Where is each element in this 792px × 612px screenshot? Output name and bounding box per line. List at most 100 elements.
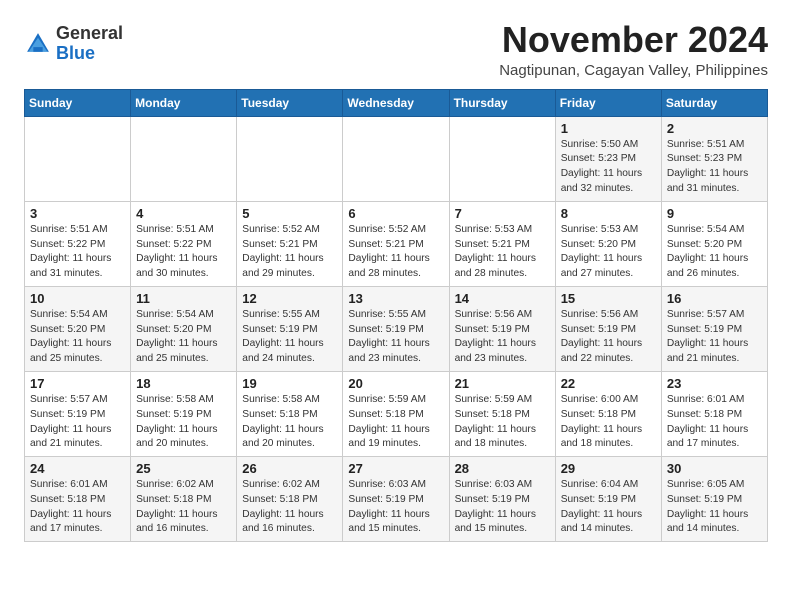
day-number: 21 (455, 376, 550, 391)
day-info: Sunrise: 6:05 AM Sunset: 5:19 PM Dayligh… (667, 478, 762, 537)
calendar-cell: 12Sunrise: 5:55 AM Sunset: 5:19 PM Dayli… (237, 286, 343, 371)
calendar-cell: 27 Sunrise: 6:03 AM Sunset: 5:19 PM Dayli… (343, 457, 449, 542)
day-info: Sunrise: 6:02 AM Sunset: 5:18 PM Dayligh… (136, 478, 231, 537)
day-info: Sunrise: 6:00 AM Sunset: 5:18 PM Dayligh… (561, 393, 656, 452)
day-number: 29 (561, 461, 656, 476)
day-info: Sunrise: 5:58 AM Sunset: 5:18 PM Dayligh… (242, 393, 337, 452)
day-info: Sunrise: 5:52 AM Sunset: 5:21 PM Dayligh… (348, 223, 443, 282)
col-tuesday: Tuesday (237, 89, 343, 116)
calendar-week-3: 10 Sunrise: 5:54 AM Sunset: 5:20 PM Dayli… (25, 286, 768, 371)
day-info: Sunrise: 5:59 AM Sunset: 5:18 PM Dayligh… (455, 393, 550, 452)
day-number: 24 (30, 461, 125, 476)
day-number: 13 (348, 291, 443, 306)
day-number: 3 (30, 206, 125, 221)
day-info: Sunrise: 5:54 AM Sunset: 5:20 PM Dayligh… (667, 223, 762, 282)
day-number: 7 (455, 206, 550, 221)
logo-blue: Blue (56, 43, 95, 63)
calendar-cell: 8 Sunrise: 5:53 AM Sunset: 5:20 PM Daylig… (555, 201, 661, 286)
day-info: Sunrise: 5:54 AM Sunset: 5:20 PM Dayligh… (30, 308, 125, 367)
day-info: Sunrise: 5:55 AM Sunset: 5:19 PM Dayligh… (348, 308, 443, 367)
title-area: November 2024 Nagtipunan, Cagayan Valley… (499, 20, 768, 79)
day-number: 23 (667, 376, 762, 391)
day-info: Sunrise: 5:56 AM Sunset: 5:19 PM Dayligh… (561, 308, 656, 367)
calendar-cell: 10 Sunrise: 5:54 AM Sunset: 5:20 PM Dayli… (25, 286, 131, 371)
day-number: 5 (242, 206, 337, 221)
calendar-cell: 16Sunrise: 5:57 AM Sunset: 5:19 PM Dayli… (661, 286, 767, 371)
day-info: Sunrise: 6:03 AM Sunset: 5:19 PM Dayligh… (348, 478, 443, 537)
calendar-cell (25, 116, 131, 201)
calendar-cell (237, 116, 343, 201)
calendar-cell: 7 Sunrise: 5:53 AM Sunset: 5:21 PM Daylig… (449, 201, 555, 286)
day-info: Sunrise: 5:58 AM Sunset: 5:19 PM Dayligh… (136, 393, 231, 452)
day-number: 2 (667, 121, 762, 136)
day-info: Sunrise: 5:53 AM Sunset: 5:20 PM Dayligh… (561, 223, 656, 282)
calendar-cell: 23 Sunrise: 6:01 AM Sunset: 5:18 PM Dayli… (661, 371, 767, 456)
logo-general: General (56, 23, 123, 43)
day-info: Sunrise: 5:51 AM Sunset: 5:22 PM Dayligh… (136, 223, 231, 282)
day-number: 27 (348, 461, 443, 476)
calendar-cell: 9 Sunrise: 5:54 AM Sunset: 5:20 PM Daylig… (661, 201, 767, 286)
day-info: Sunrise: 6:01 AM Sunset: 5:18 PM Dayligh… (30, 478, 125, 537)
calendar-cell: 29 Sunrise: 6:04 AM Sunset: 5:19 PM Dayli… (555, 457, 661, 542)
calendar-week-4: 17 Sunrise: 5:57 AM Sunset: 5:19 PM Dayli… (25, 371, 768, 456)
calendar-week-5: 24 Sunrise: 6:01 AM Sunset: 5:18 PM Dayli… (25, 457, 768, 542)
calendar-cell: 3 Sunrise: 5:51 AM Sunset: 5:22 PM Daylig… (25, 201, 131, 286)
calendar-body: 1 Sunrise: 5:50 AM Sunset: 5:23 PM Daylig… (25, 116, 768, 542)
day-number: 17 (30, 376, 125, 391)
day-number: 1 (561, 121, 656, 136)
day-info: Sunrise: 6:01 AM Sunset: 5:18 PM Dayligh… (667, 393, 762, 452)
day-number: 26 (242, 461, 337, 476)
col-saturday: Saturday (661, 89, 767, 116)
calendar-cell: 18Sunrise: 5:58 AM Sunset: 5:19 PM Dayli… (131, 371, 237, 456)
logo: General Blue (24, 24, 123, 64)
calendar-cell: 30 Sunrise: 6:05 AM Sunset: 5:19 PM Dayli… (661, 457, 767, 542)
logo-text: General Blue (56, 24, 123, 64)
calendar-cell: 11Sunrise: 5:54 AM Sunset: 5:20 PM Dayli… (131, 286, 237, 371)
calendar-cell (131, 116, 237, 201)
location-subtitle: Nagtipunan, Cagayan Valley, Philippines (499, 62, 768, 79)
col-thursday: Thursday (449, 89, 555, 116)
calendar: Sunday Monday Tuesday Wednesday Thursday… (24, 89, 768, 543)
day-number: 6 (348, 206, 443, 221)
day-number: 19 (242, 376, 337, 391)
day-number: 10 (30, 291, 125, 306)
day-info: Sunrise: 5:50 AM Sunset: 5:23 PM Dayligh… (561, 138, 656, 197)
day-info: Sunrise: 6:03 AM Sunset: 5:19 PM Dayligh… (455, 478, 550, 537)
day-number: 30 (667, 461, 762, 476)
day-info: Sunrise: 5:53 AM Sunset: 5:21 PM Dayligh… (455, 223, 550, 282)
day-number: 8 (561, 206, 656, 221)
day-number: 4 (136, 206, 231, 221)
day-info: Sunrise: 5:57 AM Sunset: 5:19 PM Dayligh… (667, 308, 762, 367)
day-number: 9 (667, 206, 762, 221)
calendar-cell: 24 Sunrise: 6:01 AM Sunset: 5:18 PM Dayli… (25, 457, 131, 542)
col-monday: Monday (131, 89, 237, 116)
calendar-cell: 15Sunrise: 5:56 AM Sunset: 5:19 PM Dayli… (555, 286, 661, 371)
day-number: 20 (348, 376, 443, 391)
calendar-cell (449, 116, 555, 201)
col-wednesday: Wednesday (343, 89, 449, 116)
calendar-week-1: 1 Sunrise: 5:50 AM Sunset: 5:23 PM Daylig… (25, 116, 768, 201)
logo-icon (24, 30, 52, 58)
calendar-cell: 5Sunrise: 5:52 AM Sunset: 5:21 PM Daylig… (237, 201, 343, 286)
calendar-cell: 19 Sunrise: 5:58 AM Sunset: 5:18 PM Dayli… (237, 371, 343, 456)
day-number: 22 (561, 376, 656, 391)
day-info: Sunrise: 6:04 AM Sunset: 5:19 PM Dayligh… (561, 478, 656, 537)
calendar-cell: 6 Sunrise: 5:52 AM Sunset: 5:21 PM Daylig… (343, 201, 449, 286)
day-info: Sunrise: 6:02 AM Sunset: 5:18 PM Dayligh… (242, 478, 337, 537)
page-header: General Blue November 2024 Nagtipunan, C… (24, 20, 768, 79)
day-number: 12 (242, 291, 337, 306)
day-info: Sunrise: 5:51 AM Sunset: 5:23 PM Dayligh… (667, 138, 762, 197)
calendar-cell: 21 Sunrise: 5:59 AM Sunset: 5:18 PM Dayli… (449, 371, 555, 456)
day-info: Sunrise: 5:59 AM Sunset: 5:18 PM Dayligh… (348, 393, 443, 452)
day-info: Sunrise: 5:57 AM Sunset: 5:19 PM Dayligh… (30, 393, 125, 452)
day-number: 11 (136, 291, 231, 306)
calendar-cell: 1 Sunrise: 5:50 AM Sunset: 5:23 PM Daylig… (555, 116, 661, 201)
calendar-week-2: 3 Sunrise: 5:51 AM Sunset: 5:22 PM Daylig… (25, 201, 768, 286)
calendar-header: Sunday Monday Tuesday Wednesday Thursday… (25, 89, 768, 116)
day-info: Sunrise: 5:51 AM Sunset: 5:22 PM Dayligh… (30, 223, 125, 282)
header-row: Sunday Monday Tuesday Wednesday Thursday… (25, 89, 768, 116)
calendar-cell: 25Sunrise: 6:02 AM Sunset: 5:18 PM Dayli… (131, 457, 237, 542)
calendar-cell: 20 Sunrise: 5:59 AM Sunset: 5:18 PM Dayli… (343, 371, 449, 456)
calendar-cell: 22 Sunrise: 6:00 AM Sunset: 5:18 PM Dayli… (555, 371, 661, 456)
month-title: November 2024 (499, 20, 768, 60)
